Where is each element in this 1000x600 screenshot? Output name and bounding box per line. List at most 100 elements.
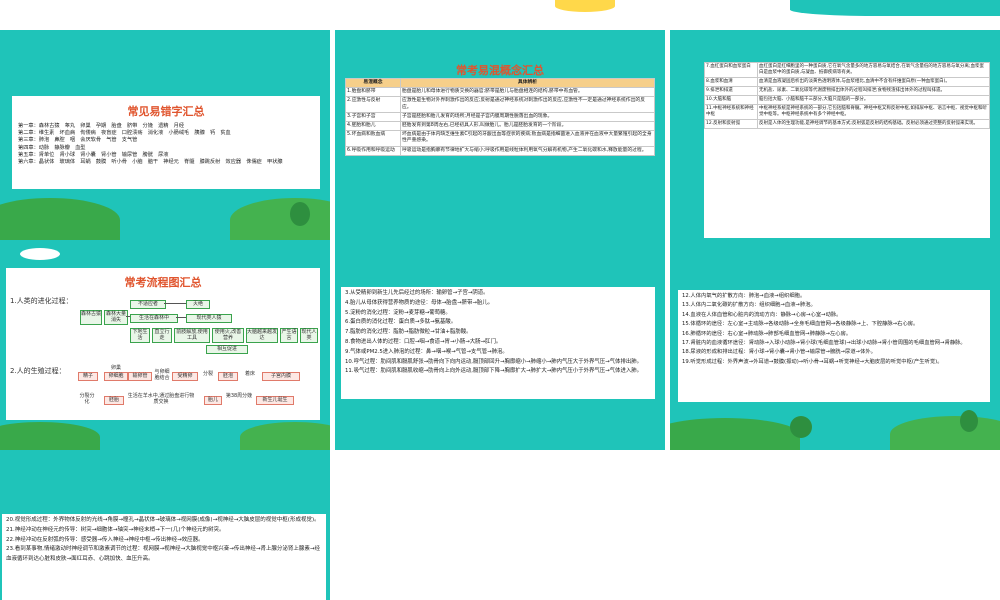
process-line: 6.蛋白质的消化过程：蛋白质→多肽→氨基酸。 [345, 319, 457, 326]
tree-icon [290, 202, 310, 226]
grass-hill [240, 422, 330, 450]
process-line: 8.食物进出人体的过程：口腔→咽→食道→胃→小肠→大肠→肛门。 [345, 338, 502, 345]
evolution-heading: 1.人类的进化过程： [10, 297, 73, 305]
flow-arrow [164, 303, 186, 304]
rep-box-egg: 卵细胞 [104, 372, 128, 381]
slide4-panel: 常考流程图汇总 1.人类的进化过程： 森林古猿 森林大量消失 不适应者 灭绝 生… [6, 268, 320, 420]
evo-box-upright: 直立行走 [152, 328, 172, 343]
grass-hill [230, 198, 330, 240]
rep-box-zygote: 受精卵 [172, 372, 198, 381]
evo-box-apes: 现代类人猿 [186, 314, 232, 323]
slide-thumbnail-5[interactable]: 3.从受精卵到新生儿先后经过的场所：输卵管→子宫→阴道。 4.胎儿从母体获得营养… [335, 240, 665, 450]
process-line: 11.吸气过程：肋间肌和膈肌收缩→肋骨向上向外运动,膈顶部下降→胸廓扩大→肺扩大… [345, 368, 643, 375]
rep-box-embryo: 胚胎 [104, 396, 124, 405]
slide-thumbnail-7[interactable]: 20.视觉形成过程：外界物体反射的光线→角膜→瞳孔→晶状体→玻璃体→视网膜(成像… [0, 450, 330, 600]
slide1-line: 第六章：晶状体 玻璃体 耳蜗 鼓膜 听小骨 小脑 脑干 神经元 脊髓 膝跳反射 … [18, 159, 283, 166]
table-row: 9.排泄和排遗 无机盐、尿素、二氧化碳等代谢废物排出体外的过程叫排泄;食物残渣排出… [704, 86, 990, 96]
table-row: 1.胎盘和脐带 胎盘是胎儿和母体进行物质交换的器官;脐带是胎儿与胎盘相连的结构,脐… [345, 87, 655, 98]
process-line: 19.听觉形成过程：外界声波→外耳道→鼓膜(振动)→听小骨→耳蜗→听觉神经→大脑… [682, 358, 943, 365]
slide3-table: 7.血红蛋白和血浆蛋白 血红蛋白是红细胞里的一种蛋白质,它在氧气含量多的地方容易与… [704, 62, 990, 129]
rep-box-placenta-exchange: 生活在羊水中,通过胎盘进行物质交换 [126, 392, 196, 407]
slide-thumbnail-6[interactable]: 12.人体内氧气的扩散方向：肺泡→血液→组织细胞。 13.人体内二氧化碳的扩散方… [670, 240, 1000, 450]
process-line: 20.视觉形成过程：外界物体反射的光线→角膜→瞳孔→晶状体→玻璃体→视网膜(成像… [6, 517, 320, 523]
table-header-row: 易混概念 具体辨析 [345, 77, 655, 89]
evo-box-unfit: 不适应者 [130, 300, 166, 309]
slide6-panel: 12.人体内氧气的扩散方向：肺泡→血液→组织细胞。 13.人体内二氧化碳的扩散方… [678, 290, 990, 402]
process-line: 5.淀粉的消化过程：淀粉→麦芽糖→葡萄糖。 [345, 309, 451, 316]
rep-box-oviduct: 输卵管 [128, 372, 152, 381]
process-line: 3.从受精卵到新生儿先后经过的场所：输卵管→子宫→阴道。 [345, 290, 489, 296]
slide1-lines: 第一章：森林古猿 睾丸 卵巢 孕期 胎盘 脐带 分娩 遗精 月经 第二章：维生素… [18, 123, 314, 166]
slide1-line: 第四章：动脉 静脉瓣 血型 [18, 144, 86, 151]
evo-box-extinct: 灭绝 [186, 300, 210, 309]
process-line: 23.看到某事物,情绪激动时神经调节和激素调节的过程：视网膜→视神经→大脑视觉中… [6, 546, 321, 563]
evo-box-ancestor: 森林古猿 [80, 310, 102, 325]
table-header-cell: 易混概念 [345, 77, 401, 89]
table-row: 12.反射和反射弧 反射是人体的生理功能,是神经调节的基本方式;反射弧是反射的结构… [704, 119, 990, 129]
table-row: 3.子宫和子宫 子宫是胚胎和胎儿发育的场所;月经是子宫内膜周期性脱落出血的现象。 [345, 111, 655, 123]
slide7-panel: 20.视觉形成过程：外界物体反射的光线→角膜→瞳孔→晶状体→玻璃体→视网膜(成像… [2, 514, 326, 600]
slide1-line: 第三章：肺泡 鼻腔 咽 会厌软骨 气管 支气管 [18, 137, 138, 144]
process-line: 22.神经冲动在反射弧的传导：感受器→传入神经→神经中枢→传出神经→效应器。 [6, 536, 204, 543]
evo-box-forest-life: 生活在森林中 [130, 314, 178, 323]
process-line: 10.呼气过程：肋间肌和膈肌舒张→肋骨向下向内运动,膈顶部回升→胸廓缩小→肺缩小… [345, 358, 643, 365]
process-line: 9.气体或PM2.5进入肺泡的过程：鼻→咽→喉→气管→支气管→肺泡。 [345, 348, 508, 355]
evo-box-humans: 现代人类 [300, 328, 318, 343]
slide-thumbnail-3[interactable]: 7.血红蛋白和血浆蛋白 血红蛋白是红细胞里的一种蛋白质,它在氧气含量多的地方容易与… [670, 30, 1000, 240]
tree-icon [960, 410, 978, 432]
evo-box-forest-loss: 森林大量消失 [104, 310, 128, 325]
explanation-cell: 呼吸运动是指胸廓有节律地扩大与缩小;呼吸作用是线粒体利用氧气分解有机物,产生二氧… [400, 145, 655, 156]
table-row: 8.血浆和血清 血清是血液凝固后析出的淡黄色透明液体,与血浆相比,血清中不含有纤维… [704, 77, 990, 87]
table-row: 11.中枢神经系统和神经中枢 中枢神经系统是神经系统的一部分,它包括脑和脊髓。神经… [704, 104, 990, 120]
rep-box-divide: 分裂 [200, 370, 216, 379]
table-row: 10.大脑和脑 脑包括大脑、小脑和脑干三部分,大脑只是脑的一部分。 [704, 95, 990, 105]
explanation-cell: 胚胎发育到第8周左右,已经初具人形,叫做胎儿。胎儿是胚胎发育的一个阶段。 [400, 121, 655, 132]
slide-thumbnail-1[interactable]: 常见易错字汇总 第一章：森林古猿 睾丸 卵巢 孕期 胎盘 脐带 分娩 遗精 月经… [0, 30, 330, 240]
tree-icon [790, 416, 812, 438]
explanation-cell: 无机盐、尿素、二氧化碳等代谢废物排出体外的过程叫排泄;食物残渣排出体外的过程叫排… [757, 86, 990, 96]
rep-box-implant: 着床 [242, 370, 258, 379]
explanation-cell: 坏血病是由于体内缺乏维生素C引起的牙龈出血等症状的疾病;败血病是指细菌进入血液并… [400, 130, 655, 147]
slide3-panel: 7.血红蛋白和血浆蛋白 血红蛋白是红细胞里的一种蛋白质,它在氧气含量多的地方容易与… [704, 62, 990, 238]
process-line: 17.肾脏内的血液循环途径：肾动脉→入球小动脉→肾小球(毛细血管球)→出球小动脉… [682, 340, 966, 347]
slide2-panel: 常考易混概念汇总 易混概念 具体辨析 1.胎盘和脐带 胎盘是胎儿和母体进行物质交换… [345, 62, 655, 230]
top-strip [0, 0, 1000, 30]
concept-cell: 8.血浆和血清 [704, 77, 758, 87]
rep-box-newborn: 新生儿诞生 [256, 396, 294, 405]
evo-box-mutual: 相互促进 [206, 345, 248, 354]
table-row: 4.胚胎和胎儿 胚胎发育到第8周左右,已经初具人形,叫做胎儿。胎儿是胚胎发育的一个… [345, 121, 655, 132]
table-row: 5.坏血病和败血病 坏血病是由于体内缺乏维生素C引起的牙龈出血等症状的疾病;败血病… [345, 130, 655, 147]
slide-thumbnail-2[interactable]: 常考易混概念汇总 易混概念 具体辨析 1.胎盘和脐带 胎盘是胎儿和母体进行物质交换… [335, 30, 665, 240]
rep-box-blastocyst: 胚泡 [218, 372, 238, 381]
process-line: 13.人体内二氧化碳的扩散方向：组织细胞→血液→肺泡。 [682, 302, 816, 309]
explanation-cell: 血清是血液凝固后析出的淡黄色透明液体,与血浆相比,血清中不含有纤维蛋白原(一种血… [757, 77, 990, 87]
concept-cell: 5.坏血病和败血病 [345, 130, 401, 147]
slide-thumbnail-4[interactable]: 常考流程图汇总 1.人类的进化过程： 森林古猿 森林大量消失 不适应者 灭绝 生… [0, 240, 330, 450]
concept-cell: 11.中枢神经系统和神经中枢 [704, 104, 758, 120]
process-line: 15.体循环的途径：左心室→主动脉→各级动脉→全身毛细血管网→各级静脉→上、下腔… [682, 321, 919, 328]
evo-box-tools: 前肢解放,使用工具 [174, 328, 210, 343]
rep-box-differentiate: 分裂分化 [78, 392, 96, 407]
slide1-panel: 常见易错字汇总 第一章：森林古猿 睾丸 卵巢 孕期 胎盘 脐带 分娩 遗精 月经… [12, 96, 320, 189]
grass-hill [670, 418, 800, 450]
flow-arrow [176, 317, 186, 318]
concept-cell: 4.胚胎和胎儿 [345, 121, 401, 132]
explanation-cell: 血红蛋白是红细胞里的一种蛋白质,它在氧气含量多的地方容易与氧结合,在氧气含量低的… [757, 62, 990, 78]
process-line: 21.神经冲动在神经元的传导：树突→细胞体→轴突→神经末梢→下一(几)个神经元的… [6, 526, 225, 533]
slide1-title: 常见易错字汇总 [127, 105, 205, 118]
top-decoration-right [790, 0, 1000, 16]
cloud-icon [20, 248, 60, 260]
table-row: 6.呼吸作用和呼吸运动 呼吸运动是指胸廓有节律地扩大与缩小;呼吸作用是线粒体利用氧… [345, 145, 655, 156]
concept-cell: 10.大脑和脑 [704, 95, 758, 105]
process-line: 16.肺循环的途径：右心室→肺动脉→肺部毛细血管网→肺静脉→左心房。 [682, 330, 852, 337]
concept-cell: 1.胎盘和脐带 [345, 87, 401, 98]
reproduction-heading: 2.人的生殖过程： [10, 367, 66, 375]
rep-box-fetus: 胎儿 [204, 396, 222, 405]
slide2-title: 常考易混概念汇总 [456, 64, 544, 77]
flow-arrow [126, 316, 130, 317]
concept-cell: 2.应激性与反射 [345, 96, 401, 113]
explanation-cell: 反射是人体的生理功能,是神经调节的基本方式;反射弧是反射的结构基础。反射必须通过… [757, 119, 990, 129]
rep-box-sperm: 精子 [78, 372, 98, 381]
evo-box-fire: 使用火,改善营养 [212, 328, 244, 343]
table-row: 7.血红蛋白和血浆蛋白 血红蛋白是红细胞里的一种蛋白质,它在氧气含量多的地方容易与… [704, 62, 990, 78]
